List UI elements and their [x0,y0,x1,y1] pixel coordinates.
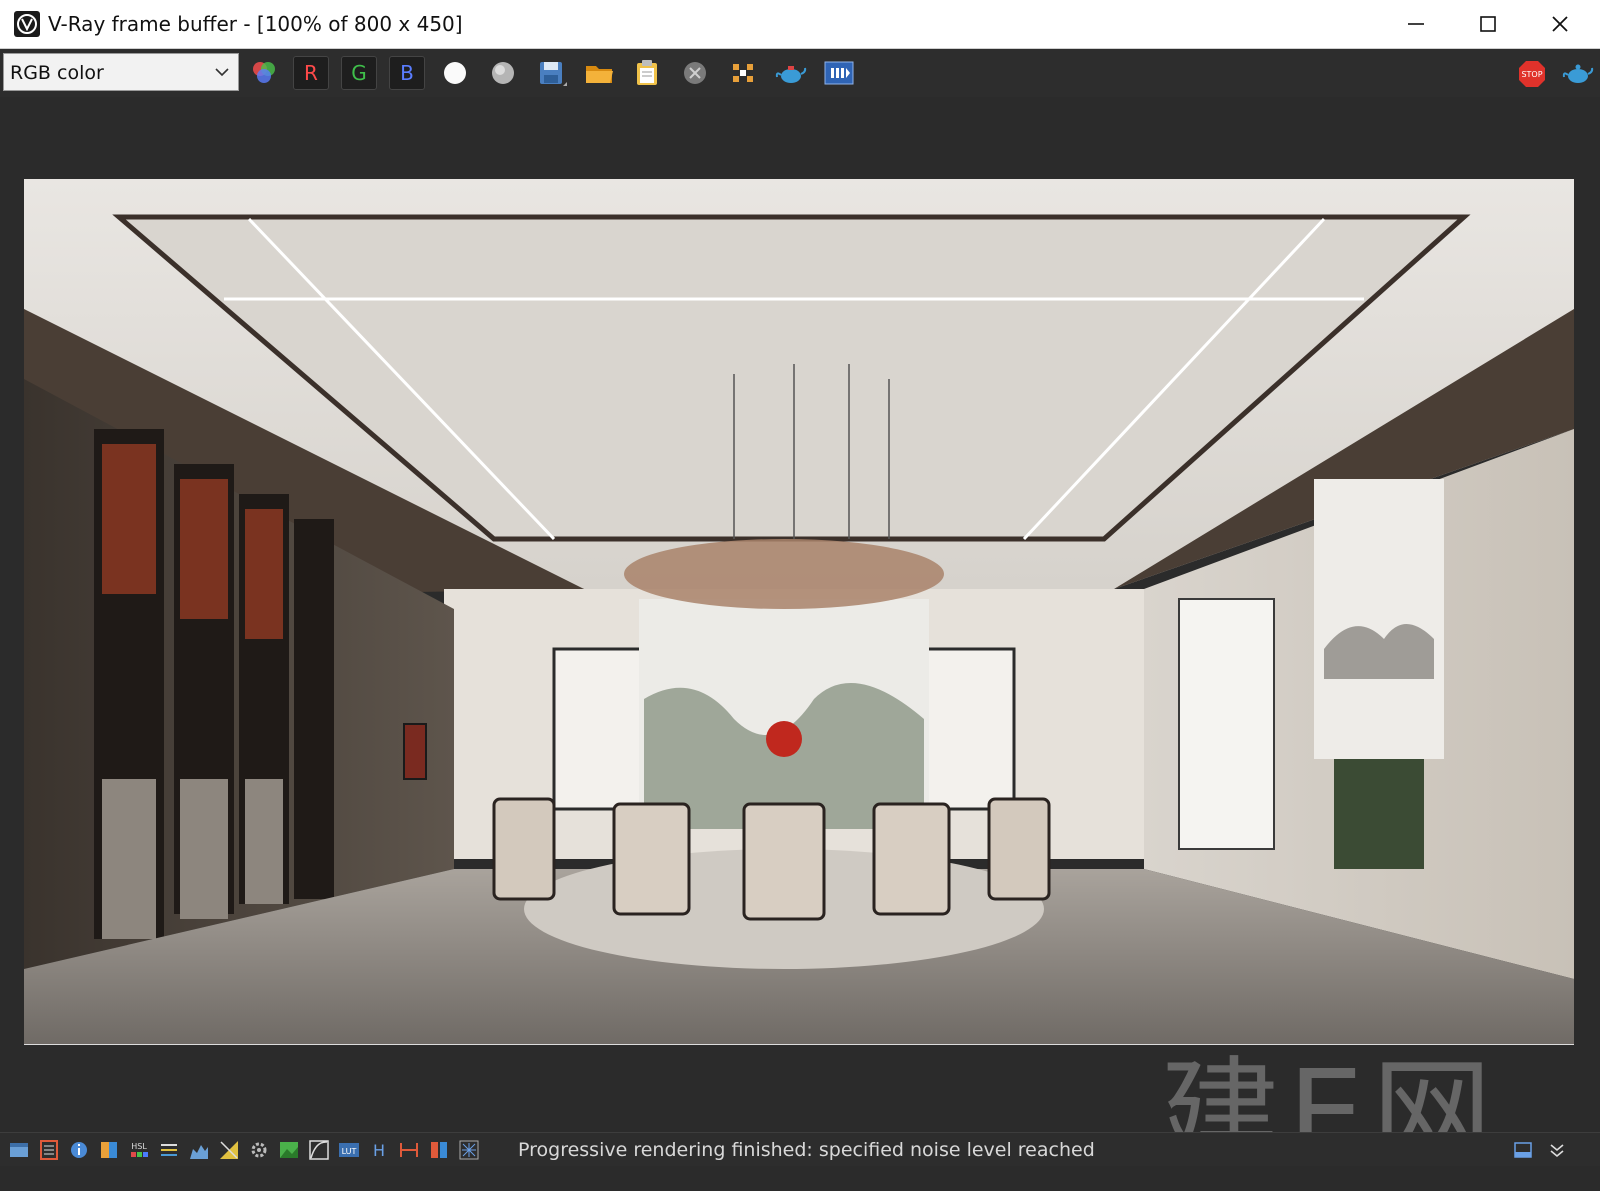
stop-render-icon[interactable]: STOP [1514,56,1550,90]
exposure-icon[interactable] [218,1139,240,1161]
chevron-down-icon [215,68,229,77]
background-image-icon[interactable] [278,1139,300,1161]
vray-logo-icon [14,11,40,37]
alpha-white-icon[interactable] [437,56,473,90]
expand-chevron-icon[interactable] [1546,1139,1568,1161]
region-render-icon[interactable] [725,56,761,90]
start-render-teapot-icon[interactable] [1560,56,1596,90]
hsl-label: HSL [131,1142,147,1151]
channel-select-value: RGB color [10,62,104,84]
maximize-button[interactable] [1464,0,1512,48]
svg-text:STOP: STOP [1521,70,1542,79]
levels-icon[interactable] [158,1139,180,1161]
rendered-image [24,179,1574,1045]
lut-label: LUT [342,1147,357,1156]
color-channels-icon[interactable] [246,56,282,90]
clipboard-icon[interactable] [629,56,665,90]
status-message: Progressive rendering finished: specifie… [518,1139,1095,1161]
panel-toggle-icon[interactable] [1512,1139,1534,1161]
save-image-icon[interactable] [533,56,569,90]
clear-image-icon[interactable] [677,56,713,90]
film-strip-icon[interactable] [821,56,857,90]
open-folder-icon[interactable] [581,56,617,90]
channel-select[interactable]: RGB color [3,53,239,91]
close-button[interactable] [1536,0,1584,48]
toolbar: RGB color R G B STOP [0,49,1600,97]
histogram-icon[interactable] [188,1139,210,1161]
lut-icon[interactable]: LUT [338,1139,360,1161]
hsl-icon[interactable]: HSL [128,1139,150,1161]
render-viewport[interactable]: 建E网 [0,97,1600,1185]
show-panel-icon[interactable] [8,1139,30,1161]
color-correction-icon[interactable] [98,1139,120,1161]
history-icon[interactable] [38,1139,60,1161]
settings-gear-icon[interactable] [248,1139,270,1161]
lens-effects-icon[interactable] [458,1139,480,1161]
green-channel-button[interactable]: G [341,56,377,90]
hdr-h-icon[interactable]: H [368,1139,390,1161]
curves-icon[interactable] [308,1139,330,1161]
split-compare-icon[interactable] [428,1139,450,1161]
info-icon[interactable] [68,1139,90,1161]
window-title: V-Ray frame buffer - [100% of 800 x 450] [48,12,463,36]
title-bar: V-Ray frame buffer - [100% of 800 x 450] [0,0,1600,49]
minimize-button[interactable] [1392,0,1440,48]
red-channel-button[interactable]: R [293,56,329,90]
status-bar: HSL LUT H Progressive rendering finished… [0,1132,1600,1166]
monochrome-icon[interactable] [485,56,521,90]
render-teapot-icon[interactable] [773,56,809,90]
h-label: H [373,1141,385,1160]
compare-icon[interactable] [398,1139,420,1161]
blue-channel-button[interactable]: B [389,56,425,90]
